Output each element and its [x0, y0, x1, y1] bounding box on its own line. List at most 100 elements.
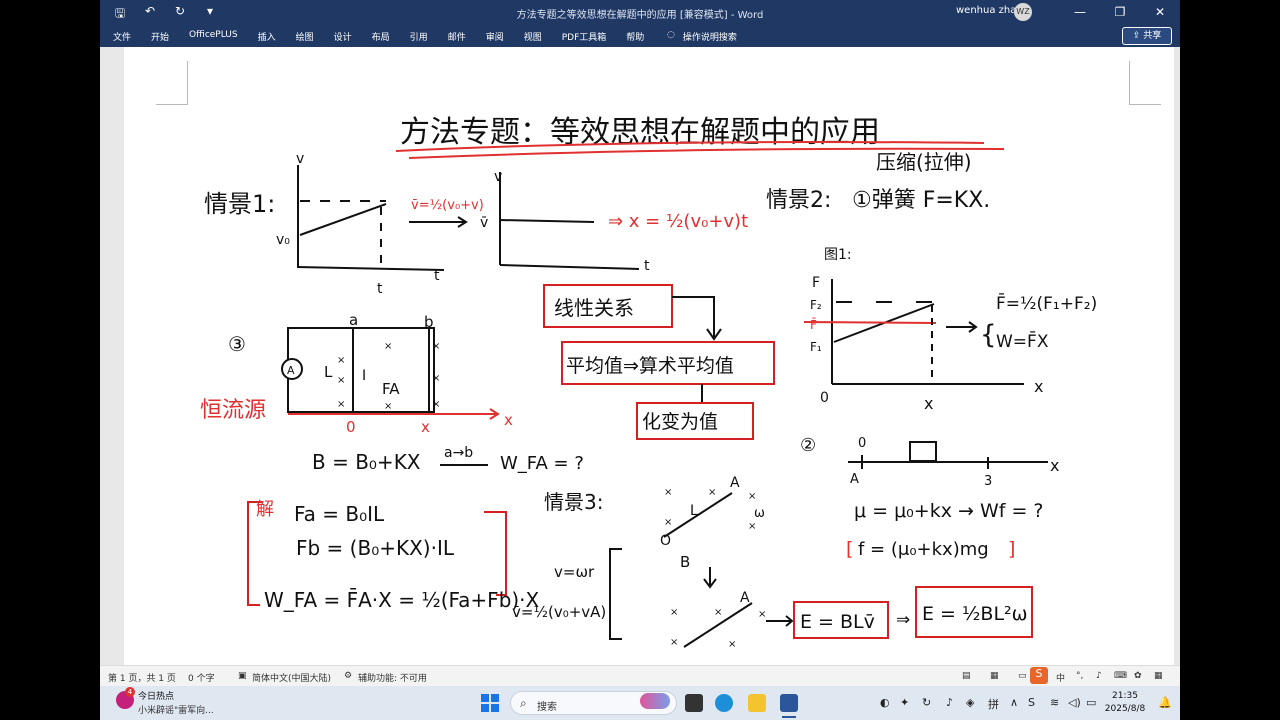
accessibility-icon[interactable]: ⚙	[344, 671, 352, 681]
svg-text:×: ×	[758, 609, 766, 620]
tab-11[interactable]: PDF工具箱	[562, 30, 607, 43]
clock[interactable]: 21:35 2025/8/8	[1100, 690, 1150, 716]
tray-chevron-icon[interactable]: ∧	[1010, 696, 1018, 709]
svg-text:×: ×	[337, 375, 345, 386]
svg-text:Fa = B₀IL: Fa = B₀IL	[294, 502, 385, 526]
svg-text:x: x	[504, 411, 513, 429]
svg-text:v: v	[296, 151, 304, 167]
svg-text:F₁: F₁	[810, 340, 822, 354]
svg-text:×: ×	[728, 639, 736, 650]
svg-text:v: v	[494, 169, 502, 185]
tab-6[interactable]: 布局	[372, 30, 390, 43]
svg-text:平均值⇒算术平均值: 平均值⇒算术平均值	[566, 355, 734, 377]
svg-text:t: t	[434, 268, 440, 284]
tab-1[interactable]: 开始	[151, 30, 169, 43]
svg-text:×: ×	[384, 341, 392, 352]
tab-12[interactable]: 帮助	[626, 30, 644, 43]
svg-text:W=F̄X: W=F̄X	[996, 330, 1049, 352]
tab-4[interactable]: 绘图	[296, 30, 314, 43]
svg-text:v=ωr: v=ωr	[554, 563, 595, 581]
tab-5[interactable]: 设计	[334, 30, 352, 43]
tab-9[interactable]: 审阅	[486, 30, 504, 43]
tray-app-icon[interactable]: ◐	[880, 696, 890, 709]
file-explorer-icon[interactable]	[748, 694, 766, 712]
tray-sogou-icon[interactable]: S	[1028, 696, 1035, 709]
news-title[interactable]: 今日热点	[138, 689, 174, 702]
tray-mic-icon[interactable]: ♪	[946, 696, 953, 709]
web-layout-icon[interactable]: ▭	[1018, 671, 1027, 681]
svg-text:×: ×	[748, 521, 756, 532]
svg-text:v̄=½(v₀+vA): v̄=½(v₀+vA)	[512, 603, 606, 621]
close-icon[interactable]: ✕	[1140, 2, 1180, 22]
language[interactable]: 简体中文(中国大陆)	[252, 671, 331, 684]
read-mode-icon[interactable]: ▤	[962, 671, 971, 681]
search-icon: ⌕	[520, 696, 527, 710]
svg-text:×: ×	[664, 517, 672, 528]
user-name[interactable]: wenhua zha	[956, 5, 1016, 16]
toolbox-icon[interactable]: ▦	[1154, 671, 1163, 681]
avatar[interactable]: WZ	[1014, 3, 1032, 21]
word-count[interactable]: 0 个字	[188, 671, 215, 684]
notification-icon[interactable]: 🔔	[1158, 696, 1172, 709]
tab-10[interactable]: 视图	[524, 30, 542, 43]
sogou-ime-icon[interactable]: S	[1030, 667, 1048, 684]
svg-text:F₂: F₂	[810, 298, 822, 312]
svg-text:ω: ω	[754, 506, 765, 521]
tab-3[interactable]: 插入	[258, 30, 276, 43]
svg-text:压缩(拉伸): 压缩(拉伸)	[876, 150, 972, 174]
microphone-icon[interactable]: ♪	[1096, 671, 1102, 681]
task-view-icon[interactable]	[685, 694, 703, 712]
document-page[interactable]: 方法专题：等效思想在解题中的应用 情景1: v v₀ t t v̄=½(v₀+v…	[124, 47, 1174, 665]
svg-text:⇒: ⇒	[896, 610, 910, 630]
svg-text:A: A	[730, 475, 740, 491]
svg-text:×: ×	[670, 637, 678, 648]
tray-bluetooth-icon[interactable]: ✦	[900, 696, 909, 709]
tab-list: 文件 开始 OfficePLUS 插入 绘图 设计 布局 引用 邮件 审阅 视图 PDF工具箱 帮助	[113, 30, 664, 43]
tab-8[interactable]: 邮件	[448, 30, 466, 43]
lightbulb-icon: ◌	[667, 30, 675, 40]
search-placeholder: 搜索	[537, 702, 557, 713]
tray-ime-icon[interactable]: 拼	[988, 696, 999, 712]
svg-text:化变为值: 化变为值	[642, 411, 718, 433]
start-button[interactable]	[481, 694, 499, 712]
svg-text:W_FA = F̄A·X = ½(Fa+Fb)·X: W_FA = F̄A·X = ½(Fa+Fb)·X	[264, 587, 540, 612]
edge-icon[interactable]	[715, 694, 733, 712]
svg-text:×: ×	[714, 607, 722, 618]
news-subtitle[interactable]: 小米辟谣"雷军向...	[138, 703, 214, 716]
svg-text:B = B₀+KX: B = B₀+KX	[312, 450, 421, 474]
page-count[interactable]: 第 1 页，共 1 页	[108, 671, 176, 684]
search-highlight-icon[interactable]	[640, 693, 670, 709]
keyboard-icon[interactable]: ⌨	[1114, 671, 1127, 681]
svg-text:线性关系: 线性关系	[554, 296, 634, 320]
tell-me[interactable]: ◌ 操作说明搜索	[667, 30, 737, 43]
svg-text:t: t	[644, 258, 650, 274]
svg-text:0: 0	[346, 418, 356, 436]
volume-icon[interactable]: ◁)	[1068, 696, 1081, 709]
restore-icon[interactable]: ❐	[1100, 2, 1140, 22]
word-app-icon[interactable]	[780, 694, 798, 712]
ime-mode[interactable]: 中	[1056, 671, 1065, 684]
wifi-icon[interactable]: ≋	[1050, 696, 1059, 709]
svg-text:F: F	[812, 275, 820, 291]
punctuation-icon[interactable]: °,	[1076, 671, 1083, 681]
tray-sync-icon[interactable]: ↻	[922, 696, 931, 709]
accessibility-status[interactable]: 辅助功能: 不可用	[358, 671, 427, 684]
minimize-icon[interactable]: —	[1060, 2, 1100, 22]
share-button[interactable]: ⇪ 共享	[1122, 27, 1172, 45]
svg-text:{: {	[980, 320, 997, 350]
tab-2[interactable]: OfficePLUS	[189, 30, 238, 43]
print-layout-icon[interactable]: ▦	[990, 671, 999, 681]
svg-text:×: ×	[337, 355, 345, 366]
tab-0[interactable]: 文件	[113, 30, 131, 43]
tell-me-label: 操作说明搜索	[682, 33, 737, 43]
svg-text:E = BLv̄: E = BLv̄	[800, 611, 875, 633]
svg-text:L: L	[324, 363, 333, 381]
battery-icon[interactable]: ▭	[1086, 696, 1096, 709]
tray-shield-icon[interactable]: ◈	[966, 696, 974, 709]
skin-icon[interactable]: ✿	[1134, 671, 1142, 681]
clock-time: 21:35	[1112, 691, 1138, 701]
proofing-icon[interactable]: ▣	[238, 671, 247, 681]
tab-7[interactable]: 引用	[410, 30, 428, 43]
svg-text:FA: FA	[382, 380, 400, 398]
svg-text:]: ]	[1008, 538, 1015, 560]
